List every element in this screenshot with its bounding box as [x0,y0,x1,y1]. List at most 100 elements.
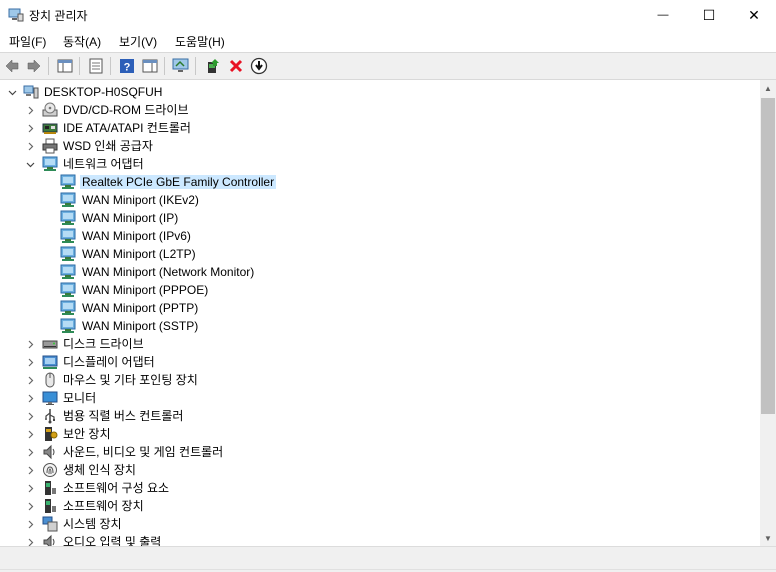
tree-device[interactable]: WAN Miniport (L2TP) [0,245,760,263]
tree-item-label[interactable]: 보안 장치 [61,427,113,441]
tree-item-label[interactable]: 모니터 [61,391,98,405]
chevron-right-icon[interactable] [24,391,36,405]
menu-action[interactable]: 동작(A) [61,33,103,50]
tree-device[interactable]: WAN Miniport (PPPOE) [0,281,760,299]
tree-item-label[interactable]: WAN Miniport (PPPOE) [80,283,210,297]
scroll-down-icon[interactable]: ▼ [760,530,776,546]
chevron-right-icon[interactable] [24,355,36,369]
security-device-icon [45,427,58,441]
tree-item-label[interactable]: DESKTOP-H0SQFUH [42,85,164,99]
help-button[interactable]: ? [117,56,137,76]
chevron-down-icon[interactable] [6,85,18,99]
back-button[interactable] [2,56,22,76]
tree-item-label[interactable]: 소프트웨어 구성 요소 [61,481,171,495]
tree-category[interactable]: 디스플레이 어댑터 [0,353,760,371]
tree-item-label[interactable]: 디스크 드라이브 [61,337,146,351]
chevron-right-icon[interactable] [24,103,36,117]
tree-category[interactable]: 마우스 및 기타 포인팅 장치 [0,371,760,389]
tree-category[interactable]: IDE ATA/ATAPI 컨트롤러 [0,119,760,137]
disable-icon [250,57,268,75]
tree-item-label[interactable]: Realtek PCIe GbE Family Controller [80,175,277,189]
chevron-right-icon[interactable] [24,139,36,153]
chevron-right-icon[interactable] [24,463,36,477]
scroll-thumb[interactable] [761,98,775,414]
chevron-right-icon[interactable] [24,427,36,441]
software-component-icon [45,481,56,495]
tree-item-label[interactable]: WAN Miniport (Network Monitor) [80,265,256,279]
tree-category[interactable]: 사운드, 비디오 및 게임 컨트롤러 [0,443,760,461]
chevron-right-icon[interactable] [24,445,36,459]
tree-item-label[interactable]: 시스템 장치 [61,517,124,531]
tree-category[interactable]: 소프트웨어 구성 요소 [0,479,760,497]
device-tree[interactable]: DESKTOP-H0SQFUH DVD/CD-ROM 드라이브 IDE ATA/AT… [0,80,760,546]
tree-category[interactable]: DVD/CD-ROM 드라이브 [0,101,760,119]
tree-category[interactable]: 오디오 입력 및 출력 [0,533,760,546]
tree-device[interactable]: WAN Miniport (SSTP) [0,317,760,335]
action-pane-button[interactable] [140,56,160,76]
disable-device-button[interactable] [249,56,269,76]
chevron-down-icon[interactable] [24,157,36,171]
tree-item-label[interactable]: WAN Miniport (PPTP) [80,301,200,315]
menu-help[interactable]: 도움말(H) [173,33,227,50]
sound-icon [43,444,55,460]
tree-device[interactable]: WAN Miniport (IP) [0,209,760,227]
tree-item-label[interactable]: IDE ATA/ATAPI 컨트롤러 [61,121,193,135]
tree-item-label[interactable]: WAN Miniport (IPv6) [80,229,193,243]
tree-item-label[interactable]: 디스플레이 어댑터 [61,355,157,369]
tree-item-label[interactable]: 오디오 입력 및 출력 [61,535,163,546]
tree-category[interactable]: 시스템 장치 [0,515,760,533]
tree-category[interactable]: 네트워크 어댑터 [0,155,760,173]
chevron-right-icon[interactable] [24,337,36,351]
close-button[interactable]: ✕ [731,0,776,30]
tree-item-label[interactable]: 소프트웨어 장치 [61,499,146,513]
tree-item-label[interactable]: 마우스 및 기타 포인팅 장치 [61,373,200,387]
tree-category[interactable]: 소프트웨어 장치 [0,497,760,515]
tree-device[interactable]: WAN Miniport (Network Monitor) [0,263,760,281]
tree-category[interactable]: 보안 장치 [0,425,760,443]
tree-category[interactable]: 생체 인식 장치 [0,461,760,479]
tree-item-label[interactable]: 생체 인식 장치 [61,463,138,477]
forward-button[interactable] [24,56,44,76]
tree-item-label[interactable]: 사운드, 비디오 및 게임 컨트롤러 [61,445,225,459]
tree-category[interactable]: WSD 인쇄 공급자 [0,137,760,155]
maximize-button[interactable]: ☐ [686,0,732,30]
chevron-right-icon[interactable] [24,535,36,546]
chevron-right-icon[interactable] [24,499,36,513]
tree-item-label[interactable]: WAN Miniport (SSTP) [80,319,200,333]
chevron-right-icon[interactable] [24,373,36,387]
tree-device[interactable]: WAN Miniport (IPv6) [0,227,760,245]
tree-item-label[interactable]: WAN Miniport (IKEv2) [80,193,201,207]
uninstall-device-button[interactable] [226,56,246,76]
chevron-right-icon[interactable] [24,481,36,495]
tree-category[interactable]: 디스크 드라이브 [0,335,760,353]
vertical-scrollbar[interactable]: ▲ ▼ [760,80,776,546]
network-adapter-icon [60,264,76,279]
tree-item-label[interactable]: WAN Miniport (IP) [80,211,180,225]
tree-item-label[interactable]: WSD 인쇄 공급자 [61,139,155,153]
tree-item-label[interactable]: DVD/CD-ROM 드라이브 [61,103,191,117]
tree-category[interactable]: 범용 직렬 버스 컨트롤러 [0,407,760,425]
ide-controller-icon [42,123,58,134]
show-hide-tree-button[interactable] [55,56,75,76]
minimize-button[interactable]: — [640,0,686,30]
update-driver-button[interactable] [203,56,223,76]
tree-device[interactable]: WAN Miniport (PPTP) [0,299,760,317]
tree-item-label[interactable]: WAN Miniport (L2TP) [80,247,198,261]
tree-item-label[interactable]: 네트워크 어댑터 [61,157,146,171]
usb-icon [45,409,55,424]
menu-bar: 파일(F) 동작(A) 보기(V) 도움말(H) [0,30,776,52]
tree-device[interactable]: WAN Miniport (IKEv2) [0,191,760,209]
properties-button[interactable] [86,56,106,76]
menu-file[interactable]: 파일(F) [7,33,48,50]
status-divider [0,569,776,570]
chevron-right-icon[interactable] [24,121,36,135]
scan-hardware-button[interactable] [171,56,191,76]
tree-root[interactable]: DESKTOP-H0SQFUH [0,83,760,101]
chevron-right-icon[interactable] [24,409,36,423]
tree-device[interactable]: Realtek PCIe GbE Family Controller [0,173,760,191]
menu-view[interactable]: 보기(V) [117,33,159,50]
tree-item-label[interactable]: 범용 직렬 버스 컨트롤러 [61,409,185,423]
scroll-up-icon[interactable]: ▲ [760,80,776,96]
tree-category[interactable]: 모니터 [0,389,760,407]
chevron-right-icon[interactable] [24,517,36,531]
